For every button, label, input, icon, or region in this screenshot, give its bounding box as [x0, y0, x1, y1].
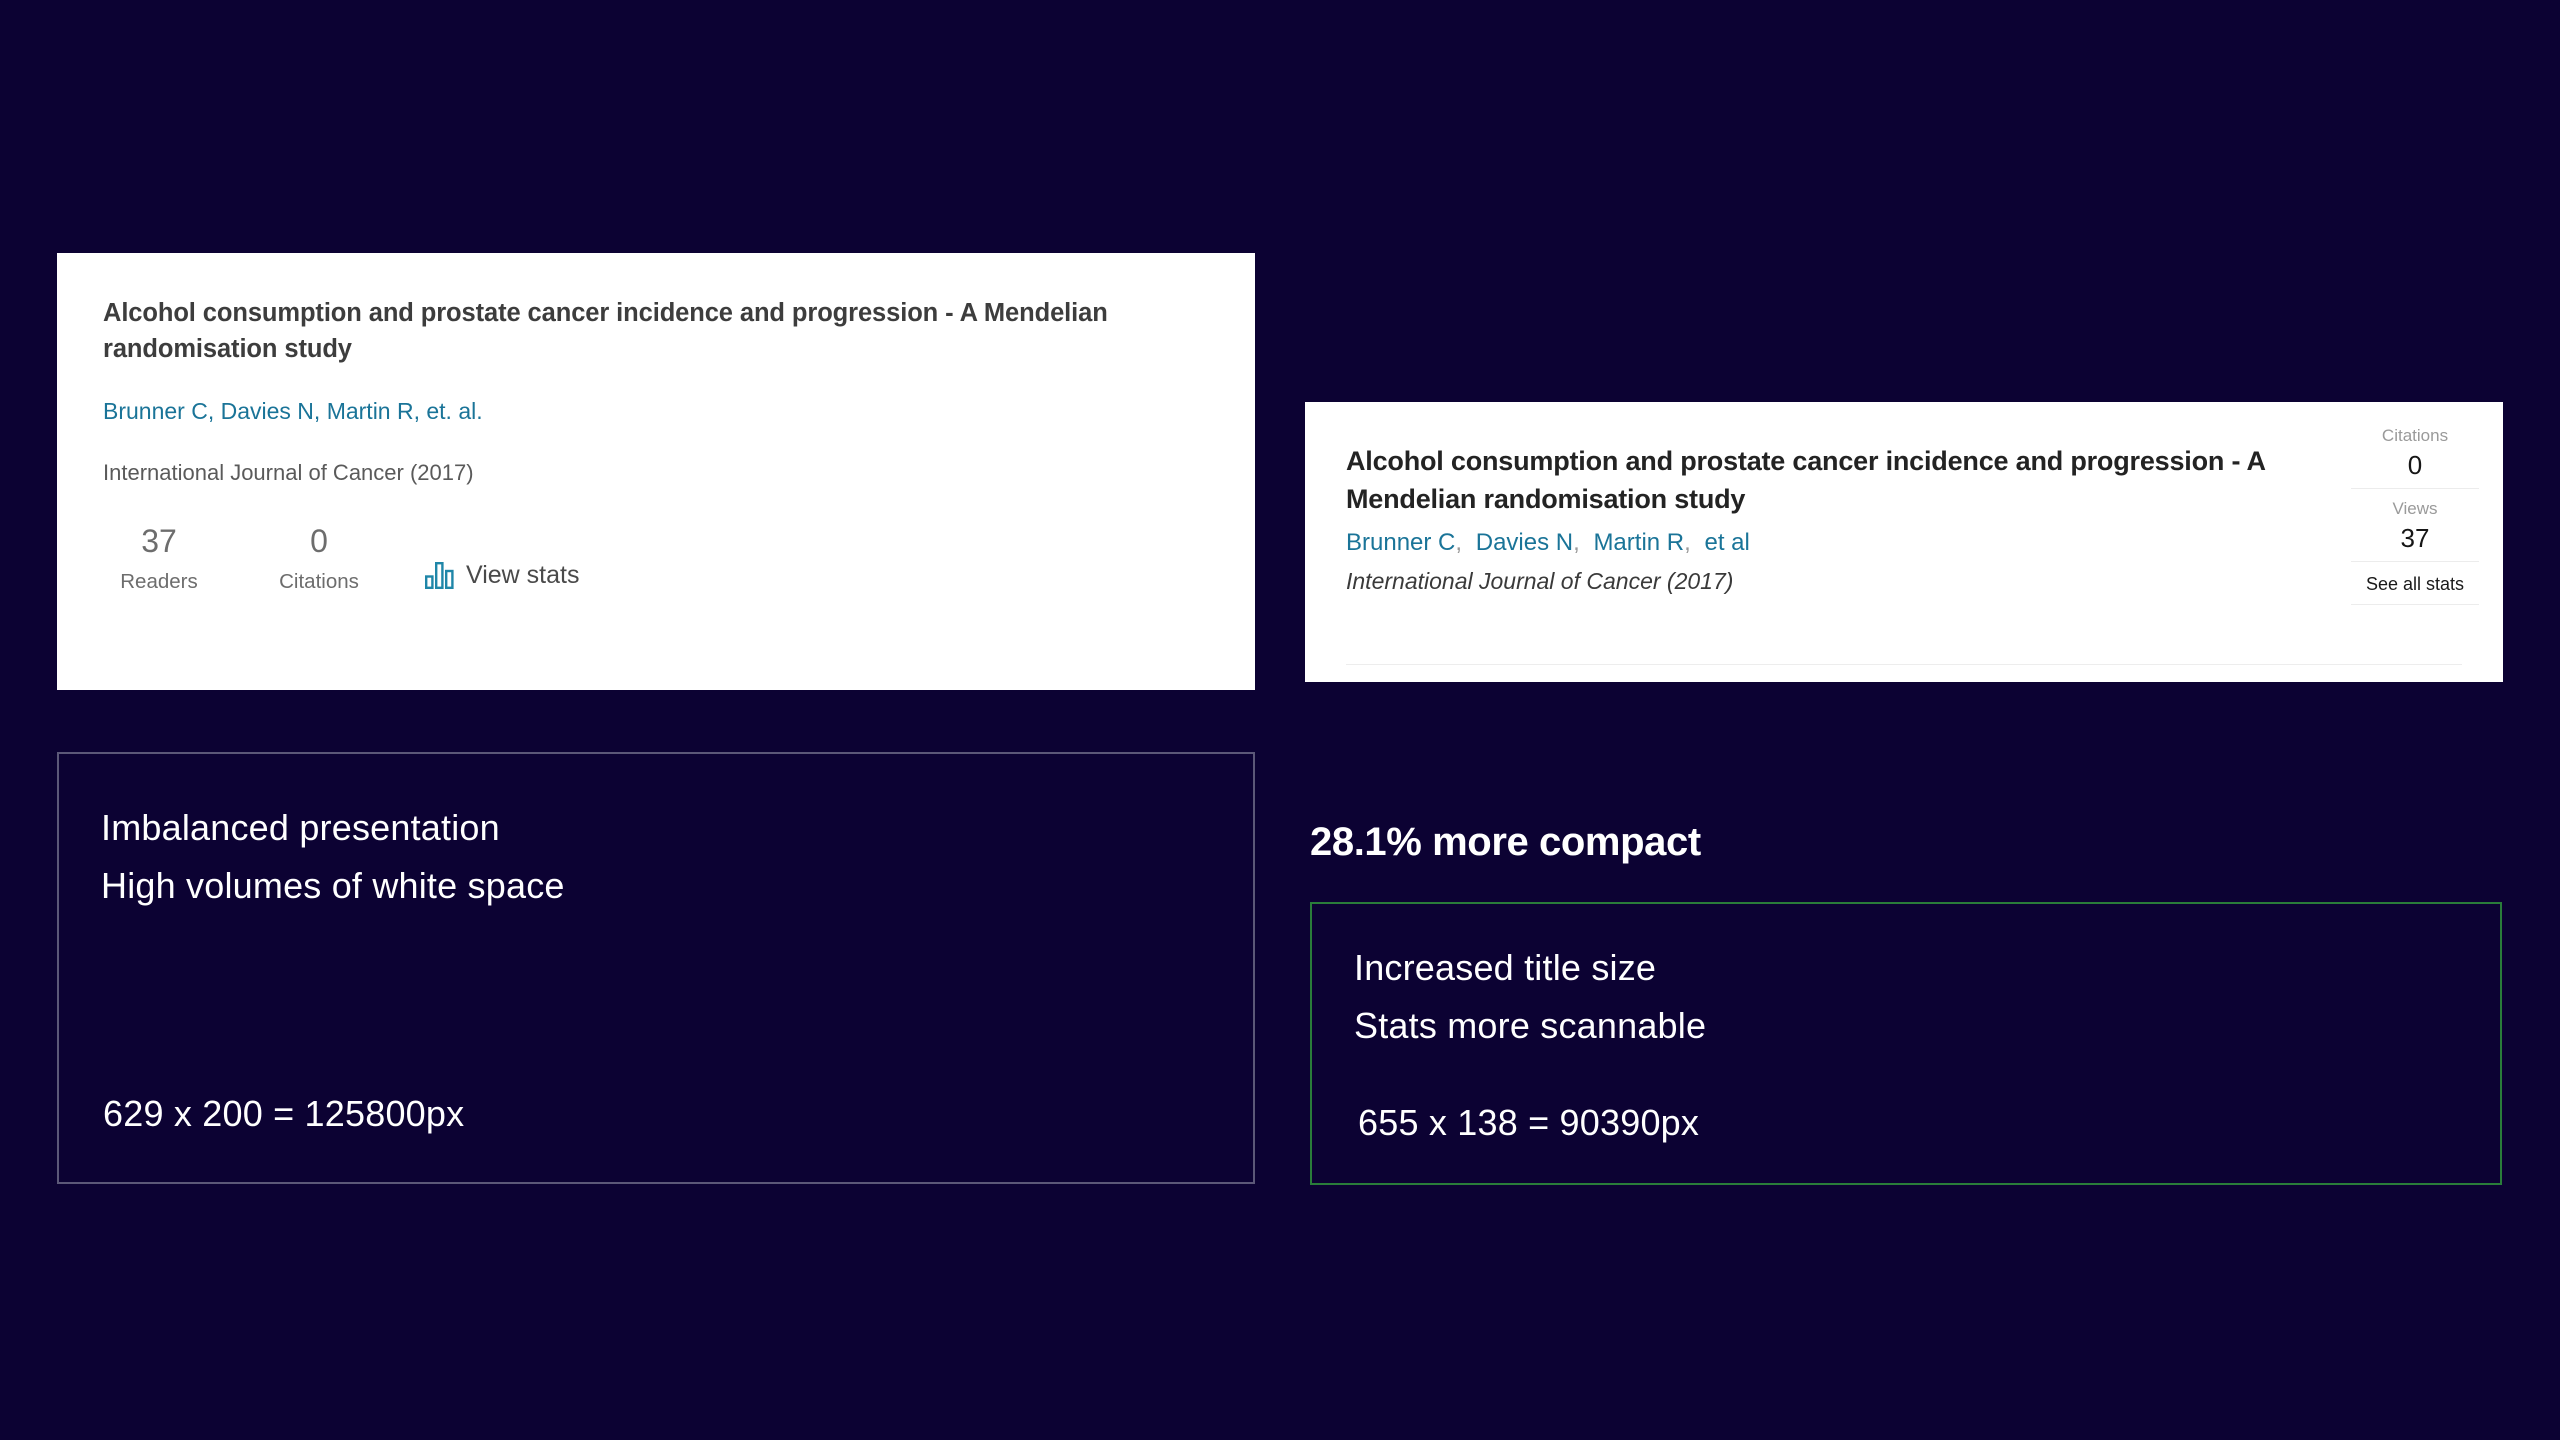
new-card-citations-label: Citations — [2381, 426, 2449, 445]
view-stats-button[interactable]: View stats — [425, 561, 579, 594]
new-card-author[interactable]: et al — [1704, 529, 1749, 556]
bar-chart-icon — [425, 562, 454, 590]
new-card-stat-citations: Citations 0 — [2351, 424, 2479, 490]
new-card-stats-column: Citations 0 Views 37 See all stats — [2343, 402, 2503, 682]
new-card-authors: Brunner C, Davies N, Martin R, et al — [1346, 525, 2323, 561]
new-card-stat-views: Views 37 — [2351, 497, 2479, 563]
view-stats-label: View stats — [466, 561, 580, 590]
new-design-annotation-box: Increased title size Stats more scannabl… — [1310, 902, 2502, 1185]
new-card-journal: International Journal of Cancer (2017) — [1346, 567, 1734, 594]
new-note-line-1: Increased title size — [1354, 947, 1657, 988]
new-card-views-label: Views — [2392, 499, 2438, 519]
old-card-journal: International Journal of Cancer (2017) — [103, 460, 474, 486]
old-card-authors[interactable]: Brunner C, Davies N, Martin R, et. al. — [103, 397, 1209, 427]
old-card-stat-citations: 0 Citations — [263, 522, 375, 594]
new-note-size: 655 x 138 = 90390px — [1358, 1101, 1700, 1143]
new-card-author[interactable]: Martin R — [1593, 529, 1684, 556]
new-card-author[interactable]: Brunner C — [1346, 529, 1455, 556]
new-card-views-value: 37 — [2400, 522, 2430, 553]
new-card-main-column: Alcohol consumption and prostate cancer … — [1305, 402, 2343, 682]
old-card-citations-value: 0 — [310, 522, 328, 559]
see-all-stats-link[interactable]: See all stats — [2351, 570, 2479, 606]
author-separator: , — [1684, 528, 1691, 556]
new-note-line-2: Stats more scannable — [1354, 1005, 1707, 1047]
old-card-readers-value: 37 — [141, 522, 177, 559]
old-publication-card: Alcohol consumption and prostate cancer … — [57, 253, 1255, 690]
new-publication-card: Alcohol consumption and prostate cancer … — [1305, 402, 2503, 682]
author-separator: , — [1455, 528, 1463, 556]
author-separator: , — [1573, 528, 1580, 556]
new-card-author[interactable]: Davies N — [1476, 529, 1573, 556]
old-design-annotation-box: Imbalanced presentation High volumes of … — [57, 752, 1255, 1184]
old-card-stats-row: 37 Readers 0 Citations View stats — [103, 522, 1209, 594]
new-card-title: Alcohol consumption and prostate cancer … — [1346, 446, 2265, 515]
old-note-size: 629 x 200 = 125800px — [103, 1092, 465, 1134]
old-card-readers-label: Readers — [120, 570, 198, 594]
new-card-bottom-divider — [1346, 664, 2462, 665]
old-note-line-2: High volumes of white space — [101, 865, 565, 907]
old-card-citations-label: Citations — [279, 570, 359, 594]
new-card-citations-value: 0 — [2407, 449, 2423, 480]
old-card-title: Alcohol consumption and prostate cancer … — [103, 299, 1108, 364]
old-note-line-1: Imbalanced presentation — [101, 807, 500, 848]
old-card-stat-readers: 37 Readers — [103, 522, 215, 594]
compact-percentage-heading: 28.1% more compact — [1310, 820, 1701, 864]
